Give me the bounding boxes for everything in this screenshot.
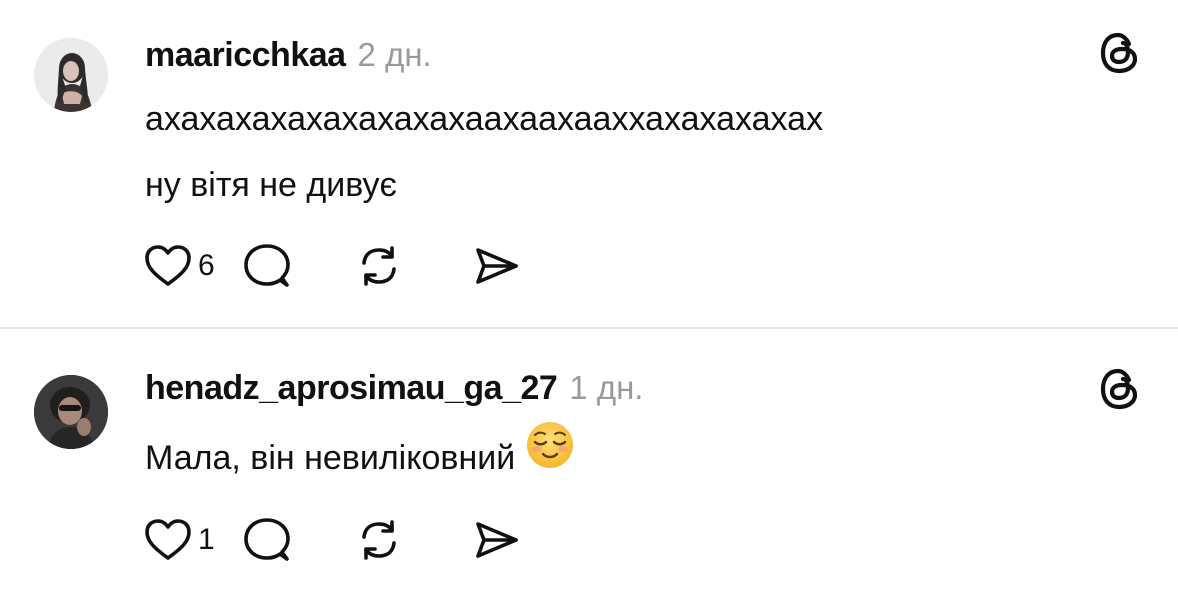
post-time[interactable]: 2 дн. (358, 36, 432, 74)
like-button[interactable]: 6 (144, 244, 244, 288)
like-count: 1 (198, 523, 215, 556)
like-count: 6 (198, 249, 215, 282)
share-button[interactable] (474, 246, 524, 286)
heart-icon (145, 519, 191, 560)
repost-button[interactable] (356, 243, 474, 289)
comment-button[interactable] (244, 517, 356, 563)
comment-button[interactable] (244, 243, 356, 289)
avatar[interactable] (34, 38, 108, 112)
comment-bubble-icon (244, 518, 290, 561)
post-actions: 1 (144, 515, 524, 565)
reply-post: maaricchkaa 2 дн. ахахахахахахахахахааха… (0, 0, 1178, 328)
avatar[interactable] (34, 375, 108, 449)
like-button[interactable]: 1 (144, 518, 244, 562)
post-actions: 6 (144, 241, 524, 291)
comment-bubble-icon (244, 244, 290, 287)
username[interactable]: henadz_aprosimau_ga_27 (145, 369, 558, 408)
repost-arrows-icon (362, 246, 396, 286)
post-text-line: ну вітя не дивує (145, 166, 397, 204)
repost-button[interactable] (356, 517, 474, 563)
post-text-line: ахахахахахахахахахаахаахааххахахахахах (145, 100, 824, 138)
send-icon (476, 522, 518, 558)
threads-logo-icon[interactable] (1095, 28, 1145, 78)
relieved-face-emoji (525, 420, 575, 492)
post-text: Мала, він невиліковний (145, 422, 575, 496)
share-button[interactable] (474, 520, 524, 560)
username[interactable]: maaricchkaa (145, 36, 346, 75)
post-header: maaricchkaa 2 дн. (145, 36, 432, 75)
reply-post: henadz_aprosimau_ga_27 1 дн. Мала, він н… (0, 329, 1178, 600)
threads-logo-icon[interactable] (1095, 364, 1145, 414)
repost-arrows-icon (362, 520, 396, 560)
send-icon (476, 248, 518, 284)
post-text: ахахахахахахахахахаахаахааххахахахахах н… (145, 86, 823, 218)
post-text-line: Мала, він невиліковний (145, 438, 516, 477)
post-header: henadz_aprosimau_ga_27 1 дн. (145, 369, 643, 408)
heart-icon (145, 245, 191, 286)
post-time[interactable]: 1 дн. (569, 369, 643, 407)
